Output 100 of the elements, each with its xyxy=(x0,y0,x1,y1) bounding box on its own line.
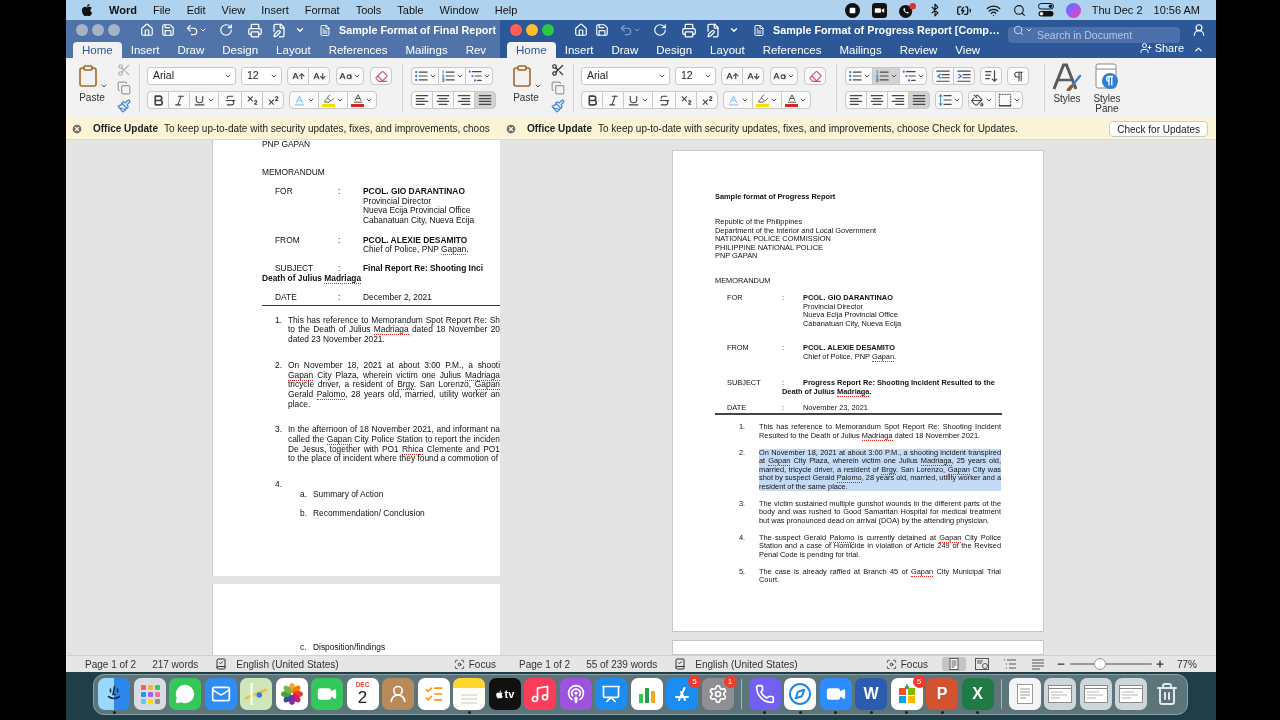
dock-app-button[interactable] xyxy=(240,678,272,710)
dock-app-button[interactable] xyxy=(311,678,343,710)
align-left-button[interactable] xyxy=(845,91,867,109)
zoom-button[interactable] xyxy=(542,24,554,36)
caret-icon[interactable] xyxy=(295,25,305,35)
redo-icon[interactable] xyxy=(653,23,667,37)
scissors-icon[interactable] xyxy=(551,63,565,77)
bulleted-list-button[interactable] xyxy=(845,67,873,85)
zoom-in-icon[interactable] xyxy=(1155,659,1165,669)
clear-formatting-button[interactable] xyxy=(370,67,392,85)
subscript-button[interactable] xyxy=(675,91,697,109)
home-icon[interactable] xyxy=(140,23,154,37)
close-icon[interactable] xyxy=(505,122,517,135)
increase-indent-button[interactable] xyxy=(953,67,975,85)
undo-icon[interactable] xyxy=(185,23,199,37)
dock-app-button[interactable] xyxy=(559,678,592,710)
app-menu[interactable]: Word xyxy=(109,1,137,19)
font-name-dropdown[interactable]: Arial xyxy=(147,67,236,85)
menu-clock[interactable]: 10:56 AM xyxy=(1153,1,1200,19)
dock-app-button[interactable] xyxy=(417,678,450,710)
italic-button[interactable] xyxy=(168,91,190,109)
ribbon-tab[interactable]: View xyxy=(946,42,990,58)
dock-app-button[interactable] xyxy=(1008,678,1041,710)
menu-item[interactable]: Format xyxy=(304,1,340,19)
dock-app-button[interactable] xyxy=(1079,678,1112,710)
bold-button[interactable] xyxy=(147,91,169,109)
page-count[interactable]: Page 1 of 2 xyxy=(519,656,571,672)
sort-button[interactable] xyxy=(980,67,1002,85)
ribbon-tab[interactable]: Design xyxy=(647,42,702,58)
dock-app-button[interactable]: 5 xyxy=(890,678,923,710)
dock-app-button[interactable] xyxy=(204,678,237,710)
camera-tile-icon[interactable] xyxy=(871,2,887,18)
align-center-button[interactable] xyxy=(866,91,888,109)
check-updates-button[interactable]: Check for Updates xyxy=(1109,120,1208,137)
document-pen-icon[interactable] xyxy=(271,22,287,38)
document-pen-icon[interactable] xyxy=(705,22,721,38)
home-icon[interactable] xyxy=(574,23,588,37)
toggle-switches-icon[interactable] xyxy=(1037,3,1054,17)
ribbon-tab[interactable]: Draw xyxy=(168,42,214,58)
dock-app-button[interactable]: 1 xyxy=(701,678,734,710)
minimize-button[interactable] xyxy=(526,24,538,36)
numbered-list-button[interactable] xyxy=(872,67,900,85)
subscript-button[interactable] xyxy=(241,91,263,109)
dock-app-button[interactable]: 5 xyxy=(666,678,698,710)
apple-logo-icon[interactable] xyxy=(80,3,94,17)
proofing-icon[interactable] xyxy=(215,658,228,670)
align-right-button[interactable] xyxy=(453,91,475,109)
page-count[interactable]: Page 1 of 2 xyxy=(85,656,137,672)
close-icon[interactable] xyxy=(71,122,83,135)
superscript-button[interactable] xyxy=(696,91,718,109)
dock-app-button[interactable] xyxy=(382,678,414,710)
change-case-button[interactable] xyxy=(336,67,364,85)
shrink-font-button[interactable] xyxy=(742,67,764,85)
search-field[interactable]: Search in Document xyxy=(1008,27,1180,43)
justify-button[interactable] xyxy=(474,91,496,109)
ribbon-tab[interactable]: Insert xyxy=(555,42,603,58)
collapse-ribbon-icon[interactable] xyxy=(1193,44,1204,55)
phone-bubble-icon[interactable] xyxy=(898,2,916,18)
dock-app-button[interactable] xyxy=(819,678,852,710)
bulleted-list-button[interactable] xyxy=(411,67,439,85)
ribbon-tab[interactable]: Review xyxy=(890,42,947,58)
stop-circle-icon[interactable] xyxy=(844,2,860,18)
multilevel-list-button[interactable] xyxy=(465,67,493,85)
word-count[interactable]: 55 of 239 words xyxy=(586,656,658,672)
dock-app-button[interactable] xyxy=(275,678,308,710)
underline-button[interactable] xyxy=(623,91,653,109)
styles-button[interactable]: Styles xyxy=(1049,63,1085,104)
focus-button[interactable]: Focus xyxy=(885,656,928,672)
menu-item[interactable]: Help xyxy=(494,1,518,19)
font-size-dropdown[interactable]: 12 xyxy=(675,67,716,85)
language-label[interactable]: English (United States) xyxy=(236,656,339,672)
highlight-button[interactable] xyxy=(752,91,782,109)
dock-app-button[interactable]: W xyxy=(855,678,887,710)
ribbon-tab[interactable]: Mailings xyxy=(830,42,891,58)
menu-item[interactable]: View xyxy=(221,1,246,19)
ribbon-tab[interactable]: Design xyxy=(213,42,268,58)
paintbrush-icon[interactable] xyxy=(551,99,565,113)
dock-app-button[interactable]: X xyxy=(961,678,994,710)
paste-button[interactable]: Paste xyxy=(508,62,544,103)
font-color-button[interactable] xyxy=(347,91,377,109)
font-color-button[interactable] xyxy=(781,91,811,109)
menu-item[interactable]: Window xyxy=(439,1,479,19)
dock-app-button[interactable] xyxy=(784,678,816,710)
language-label[interactable]: English (United States) xyxy=(695,656,798,672)
printer-icon[interactable] xyxy=(681,22,697,38)
menu-item[interactable]: Insert xyxy=(261,1,289,19)
shrink-font-button[interactable] xyxy=(308,67,330,85)
copy-icon[interactable] xyxy=(117,81,131,95)
paintbrush-icon[interactable] xyxy=(117,99,131,113)
menu-item[interactable]: Edit xyxy=(186,1,206,19)
highlight-button[interactable] xyxy=(318,91,348,109)
align-left-button[interactable] xyxy=(411,91,433,109)
dock-app-button[interactable] xyxy=(630,678,663,710)
caret-icon[interactable] xyxy=(729,25,739,35)
strikethrough-button[interactable] xyxy=(652,91,676,109)
search-icon[interactable] xyxy=(1012,3,1026,17)
menu-item[interactable]: Table xyxy=(397,1,424,19)
shading-button[interactable] xyxy=(968,91,996,109)
menu-item[interactable]: Tools xyxy=(355,1,382,19)
ribbon-tab[interactable]: Home xyxy=(507,42,556,58)
